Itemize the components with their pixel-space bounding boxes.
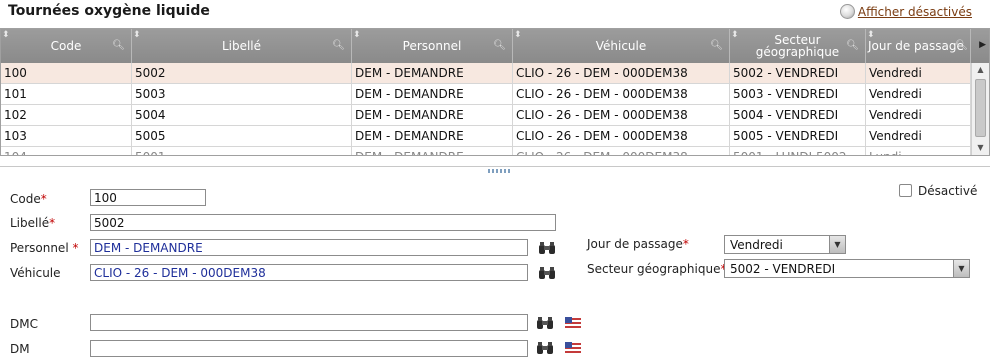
show-disabled-label[interactable]: Afficher désactivés (858, 5, 972, 19)
magnifier-icon[interactable]: 🔍︎ (710, 40, 723, 52)
cell-libelle[interactable]: 5004 (132, 105, 352, 126)
cell-libelle[interactable]: 5001 (132, 147, 352, 155)
cell-secteur[interactable]: 5004 - VENDREDI (730, 105, 866, 126)
cell-personnel[interactable]: DEM - DEMANDRE (352, 63, 513, 84)
scroll-thumb[interactable] (975, 79, 986, 137)
panel-splitter[interactable] (0, 166, 990, 174)
column-header-libelle[interactable]: ⬍ Libellé 🔍︎ (132, 29, 352, 63)
libelle-field[interactable]: 5002 (90, 214, 556, 231)
sort-icon[interactable]: ⬍ (514, 29, 522, 41)
sort-icon[interactable]: ⬍ (2, 29, 10, 41)
chevron-down-icon[interactable]: ▼ (829, 236, 845, 253)
magnifier-icon[interactable]: 🔍︎ (332, 40, 345, 52)
sort-icon[interactable]: ⬍ (353, 29, 361, 41)
vehicule-label: Véhicule (10, 266, 61, 280)
page-title: Tournées oxygène liquide (8, 3, 210, 19)
table-row[interactable]: 102 5004 DEM - DEMANDRE CLIO - 26 - DEM … (1, 105, 971, 126)
scroll-columns-button[interactable]: ▶ (971, 29, 989, 63)
libelle-label: Libellé* (10, 216, 56, 230)
grid-header: ⬍ Code 🔍︎ ⬍ Libellé 🔍︎ ⬍ Personnel 🔍︎ ⬍ … (1, 29, 989, 63)
cell-vehicule[interactable]: CLIO - 26 - DEM - 000DEM38 (513, 105, 730, 126)
cell-code[interactable]: 102 (1, 105, 132, 126)
cell-secteur[interactable]: 5002 - VENDREDI (730, 63, 866, 84)
cell-secteur[interactable]: 5005 - VENDREDI (730, 126, 866, 147)
cell-secteur[interactable]: 5001 - LUNDI 5002 (730, 147, 866, 155)
cell-personnel[interactable]: DEM - DEMANDRE (352, 84, 513, 105)
cell-jour[interactable]: Lundi (866, 147, 971, 155)
vehicule-lookup-binoculars-icon[interactable] (538, 266, 556, 280)
cell-jour[interactable]: Vendredi (866, 63, 971, 84)
cell-libelle[interactable]: 5002 (132, 63, 352, 84)
grid-body: 100 5002 DEM - DEMANDRE CLIO - 26 - DEM … (1, 63, 971, 155)
magnifier-icon[interactable]: 🔍︎ (112, 40, 125, 52)
cell-vehicule[interactable]: CLIO - 26 - DEM - 000DEM38 (513, 147, 730, 155)
table-row[interactable]: 100 5002 DEM - DEMANDRE CLIO - 26 - DEM … (1, 63, 971, 84)
dm-field[interactable] (90, 340, 528, 357)
dmc-lookup-binoculars-icon[interactable] (536, 316, 554, 330)
sort-icon[interactable]: ⬍ (133, 29, 141, 41)
column-header-vehicule[interactable]: ⬍ Véhicule 🔍︎ (513, 29, 730, 63)
cell-personnel[interactable]: DEM - DEMANDRE (352, 126, 513, 147)
dmc-field[interactable] (90, 314, 528, 331)
cell-libelle[interactable]: 5003 (132, 84, 352, 105)
personnel-label: Personnel * (10, 241, 79, 255)
arrow-right-icon[interactable]: ▶ (979, 39, 986, 51)
code-label: Code* (10, 192, 47, 206)
table-row[interactable]: 103 5005 DEM - DEMANDRE CLIO - 26 - DEM … (1, 126, 971, 147)
cell-secteur[interactable]: 5003 - VENDREDI (730, 84, 866, 105)
splitter-grip[interactable] (488, 169, 510, 173)
desactive-label: Désactivé (918, 184, 978, 198)
cell-code[interactable]: 100 (1, 63, 132, 84)
chevron-down-icon[interactable]: ▼ (953, 260, 969, 277)
cell-libelle[interactable]: 5005 (132, 126, 352, 147)
dm-flag-icon[interactable] (565, 342, 581, 354)
column-header-secteur[interactable]: ⬍ Secteur géographique 🔍︎ (730, 29, 866, 63)
secteur-select[interactable]: 5002 - VENDREDI ▼ (724, 259, 970, 278)
jour-passage-select[interactable]: Vendredi ▼ (724, 235, 846, 254)
cell-jour[interactable]: Vendredi (866, 105, 971, 126)
personnel-field[interactable]: DEM - DEMANDRE (90, 239, 528, 256)
code-field[interactable]: 100 (90, 189, 206, 206)
dm-label: DM (10, 342, 30, 356)
column-header-personnel[interactable]: ⬍ Personnel 🔍︎ (352, 29, 513, 63)
cell-jour[interactable]: Vendredi (866, 126, 971, 147)
dm-lookup-binoculars-icon[interactable] (536, 341, 554, 355)
table-row[interactable]: 104 5001 DEM - DEMANDRE CLIO - 26 - DEM … (1, 147, 971, 155)
dmc-label: DMC (10, 317, 38, 331)
sort-icon[interactable]: ⬍ (731, 29, 739, 41)
cell-personnel[interactable]: DEM - DEMANDRE (352, 147, 513, 155)
secteur-label: Secteur géographique* (587, 262, 726, 276)
cell-code[interactable]: 104 (1, 147, 132, 155)
cell-code[interactable]: 101 (1, 84, 132, 105)
grid-vertical-scrollbar[interactable]: ▲ ▼ (971, 63, 989, 155)
column-header-jour[interactable]: ⬍ Jour de passage 🔍︎ (866, 29, 971, 63)
cell-vehicule[interactable]: CLIO - 26 - DEM - 000DEM38 (513, 84, 730, 105)
scroll-up-icon[interactable]: ▲ (972, 63, 989, 77)
cell-code[interactable]: 103 (1, 126, 132, 147)
cell-vehicule[interactable]: CLIO - 26 - DEM - 000DEM38 (513, 126, 730, 147)
dmc-flag-icon[interactable] (565, 317, 581, 329)
table-row[interactable]: 101 5003 DEM - DEMANDRE CLIO - 26 - DEM … (1, 84, 971, 105)
scroll-down-icon[interactable]: ▼ (972, 141, 989, 155)
magnifier-icon[interactable]: 🔍︎ (955, 40, 968, 52)
tournees-grid: ⬍ Code 🔍︎ ⬍ Libellé 🔍︎ ⬍ Personnel 🔍︎ ⬍ … (0, 28, 990, 156)
show-disabled-link[interactable]: Afficher désactivés (839, 4, 972, 19)
column-header-code[interactable]: ⬍ Code 🔍︎ (1, 29, 132, 63)
cell-vehicule[interactable]: CLIO - 26 - DEM - 000DEM38 (513, 63, 730, 84)
personnel-lookup-binoculars-icon[interactable] (538, 241, 556, 255)
cell-personnel[interactable]: DEM - DEMANDRE (352, 105, 513, 126)
vehicule-field[interactable]: CLIO - 26 - DEM - 000DEM38 (90, 264, 528, 281)
sort-icon[interactable]: ⬍ (867, 29, 875, 41)
magnifier-icon[interactable]: 🔍︎ (493, 40, 506, 52)
jour-passage-label: Jour de passage* (587, 237, 689, 251)
show-disabled-radio-icon[interactable] (839, 4, 855, 19)
desactive-checkbox[interactable] (899, 184, 912, 197)
cell-jour[interactable]: Vendredi (866, 84, 971, 105)
magnifier-icon[interactable]: 🔍︎ (846, 40, 859, 52)
